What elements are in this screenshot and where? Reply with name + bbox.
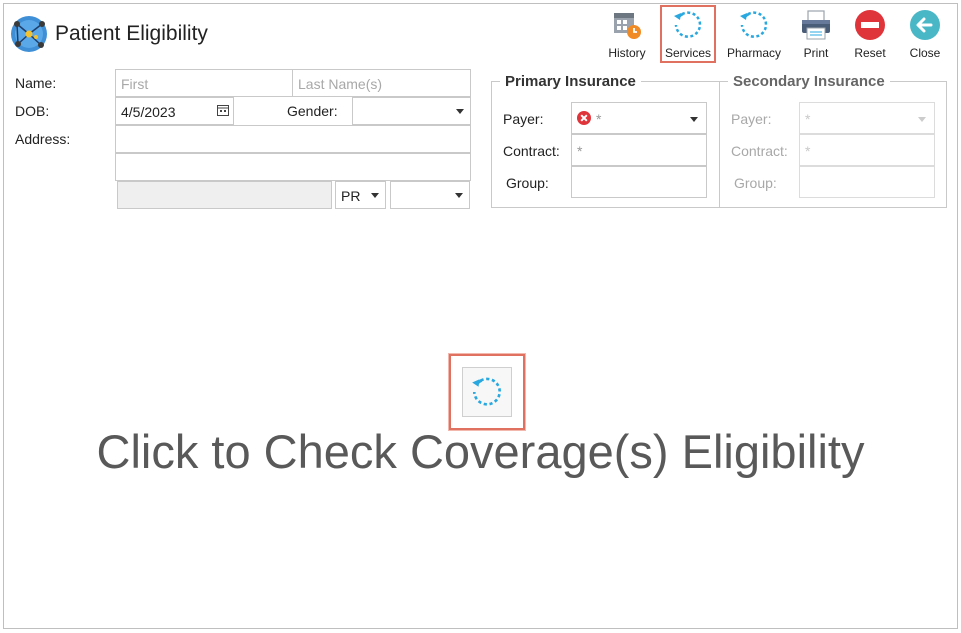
address-label: Address: <box>15 131 71 147</box>
last-name-input[interactable]: Last Name(s) <box>292 69 471 97</box>
chevron-down-icon <box>455 193 463 198</box>
check-eligibility-caption[interactable]: Click to Check Coverage(s) Eligibility <box>0 424 961 479</box>
name-label: Name: <box>15 75 57 91</box>
back-arrow-icon <box>908 8 942 42</box>
app-header: Patient Eligibility <box>9 14 208 54</box>
secondary-payer-label: Payer: <box>731 111 772 127</box>
toolbar: History Services Pharmacy Print Reset Cl… <box>597 5 953 63</box>
app-logo-icon <box>11 16 47 52</box>
secondary-group-input[interactable] <box>799 166 935 198</box>
calendar-icon[interactable] <box>217 104 229 116</box>
calendar-clock-icon <box>610 8 644 42</box>
no-entry-icon <box>853 8 887 42</box>
state-select[interactable]: PR <box>335 181 386 209</box>
services-button[interactable]: Services <box>660 5 716 63</box>
secondary-insurance-title: Secondary Insurance <box>728 73 890 90</box>
dob-value: 4/5/2023 <box>121 104 176 120</box>
chevron-down-icon <box>456 109 464 114</box>
secondary-insurance-group: Secondary Insurance Payer: * Contract: *… <box>719 73 947 208</box>
reset-button[interactable]: Reset <box>843 6 897 62</box>
secondary-group-label: Group: <box>734 175 777 191</box>
primary-group-label: Group: <box>506 175 549 191</box>
close-button[interactable]: Close <box>897 6 953 62</box>
print-button[interactable]: Print <box>789 6 843 62</box>
primary-contract-label: Contract: <box>503 143 560 159</box>
refresh-icon <box>671 8 705 42</box>
primary-payer-label: Payer: <box>503 111 544 127</box>
secondary-contract-label: Contract: <box>731 143 788 159</box>
refresh-icon <box>472 377 501 406</box>
secondary-contract-input[interactable]: * <box>799 134 935 166</box>
city-input[interactable] <box>117 181 332 209</box>
refresh-icon <box>737 8 771 42</box>
chevron-down-icon <box>371 193 379 198</box>
primary-insurance-title: Primary Insurance <box>500 73 641 90</box>
secondary-payer-select[interactable]: * <box>799 102 935 134</box>
error-icon <box>577 111 591 125</box>
page-title: Patient Eligibility <box>55 22 208 45</box>
chevron-down-icon <box>918 117 926 122</box>
chevron-down-icon <box>690 117 698 122</box>
eligibility-window: Patient Eligibility History Services Pha… <box>3 3 958 629</box>
zip-select[interactable] <box>390 181 470 209</box>
primary-contract-input[interactable]: * <box>571 134 707 166</box>
gender-label: Gender: <box>287 103 338 119</box>
check-eligibility-button[interactable] <box>462 367 512 417</box>
pharmacy-button[interactable]: Pharmacy <box>719 6 789 62</box>
address-line2-input[interactable] <box>115 153 471 181</box>
state-value: PR <box>341 188 361 204</box>
primary-group-input[interactable] <box>571 166 707 198</box>
check-eligibility-highlight <box>449 354 525 430</box>
dob-label: DOB: <box>15 103 50 119</box>
primary-payer-select[interactable]: * <box>571 102 707 134</box>
first-name-input[interactable]: First <box>115 69 293 97</box>
primary-insurance-group: Primary Insurance Payer: * Contract: * G… <box>491 73 720 208</box>
dob-field[interactable]: 4/5/2023 <box>115 97 234 125</box>
history-button[interactable]: History <box>597 6 657 62</box>
address-line1-input[interactable] <box>115 125 471 153</box>
gender-select[interactable] <box>352 97 471 125</box>
printer-icon <box>799 8 833 42</box>
